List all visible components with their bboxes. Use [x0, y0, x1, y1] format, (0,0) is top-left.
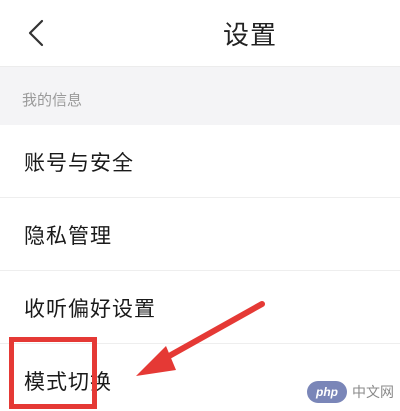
highlight-box [9, 337, 97, 409]
list-item-account-security[interactable]: 账号与安全 [0, 125, 400, 198]
watermark: php 中文网 [307, 381, 394, 403]
page-title: 设置 [222, 21, 277, 51]
list-item-listening-preferences[interactable]: 收听偏好设置 [0, 271, 400, 344]
list-item-label: 收听偏好设置 [24, 297, 156, 321]
section-header-label: 我的信息 [22, 91, 83, 109]
list-item-label: 隐私管理 [24, 224, 112, 248]
nav-bar: 设置 [0, 0, 400, 67]
list-item-label: 账号与安全 [24, 151, 134, 175]
section-header: 我的信息 [0, 67, 400, 125]
watermark-logo: php [307, 381, 347, 403]
list-item-privacy[interactable]: 隐私管理 [0, 198, 400, 271]
watermark-text: 中文网 [352, 385, 394, 401]
settings-screen: 设置 我的信息 账号与安全 隐私管理 收听偏好设置 模式切换 php 中文网 [0, 0, 400, 411]
